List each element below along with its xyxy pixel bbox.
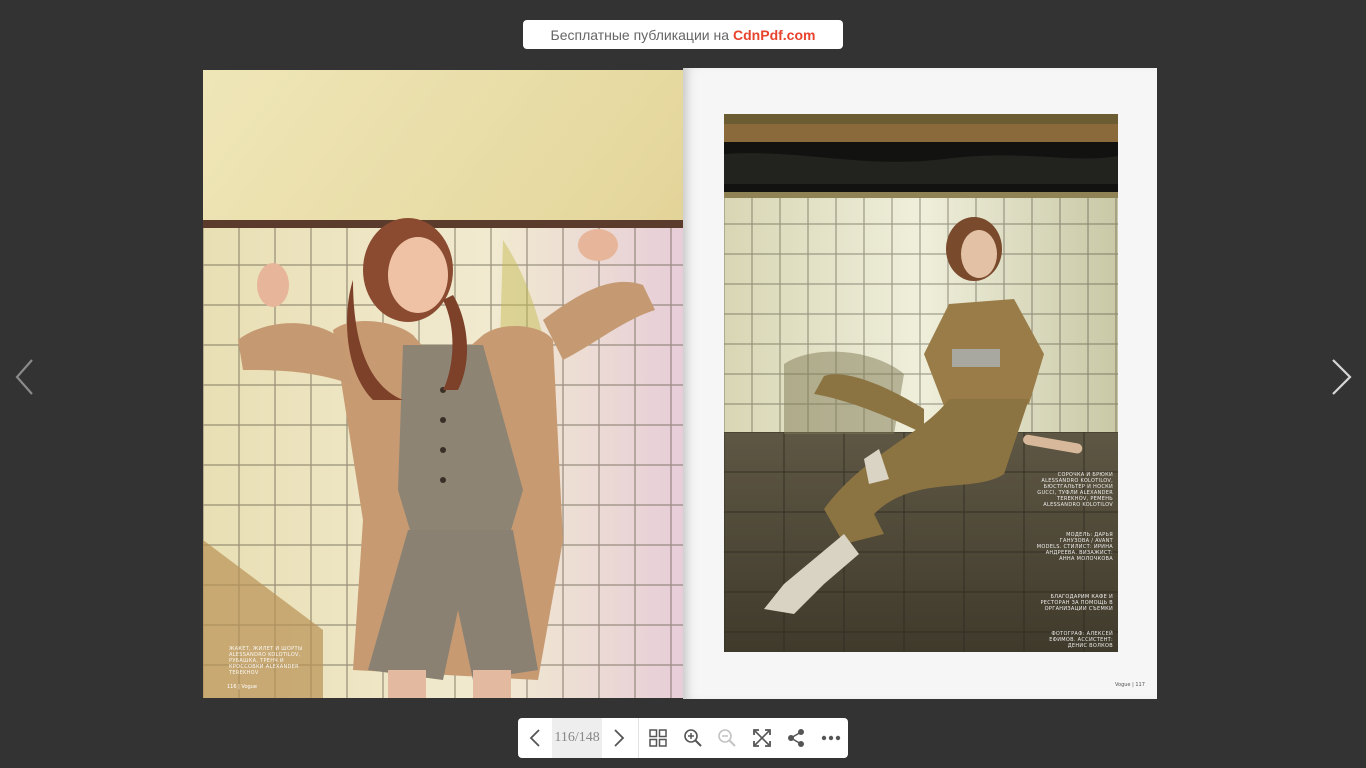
previous-page-arrow[interactable] <box>12 357 40 397</box>
banner-text: Бесплатные публикации на <box>550 26 730 43</box>
zoom-in-button[interactable] <box>676 718 710 758</box>
viewer-toolbar: 116/148 <box>518 718 848 758</box>
chevron-right-icon <box>614 729 625 747</box>
page-indicator[interactable]: 116/148 <box>552 718 602 758</box>
promo-banner[interactable]: Бесплатные публикации на CdnPdf.com <box>523 20 843 49</box>
right-page-caption-4: Фотограф: Алексей Ефимов. Ассистент: Ден… <box>1049 631 1113 649</box>
left-page-folio: 116 | Vogue <box>227 684 257 690</box>
right-page-photo-frame <box>724 114 1118 652</box>
thumbnails-button[interactable] <box>641 718 675 758</box>
zoom-out-icon <box>718 729 737 747</box>
share-icon <box>788 729 805 747</box>
chevron-left-icon <box>529 729 540 747</box>
zoom-in-icon <box>684 729 702 747</box>
left-page[interactable]: Жакет, жилет и шорты Alessandro Kolotilo… <box>203 70 683 698</box>
left-page-photo <box>203 70 683 698</box>
more-icon <box>821 735 840 741</box>
toolbar-divider <box>638 718 640 758</box>
right-page-caption-1: Сорочка и брюки Alessandro Kolotilov, бю… <box>1037 472 1113 508</box>
chevron-left-icon <box>15 359 33 395</box>
grid-icon <box>649 729 668 747</box>
share-button[interactable] <box>779 718 813 758</box>
right-page[interactable]: Сорочка и брюки Alessandro Kolotilov, бю… <box>683 68 1157 699</box>
fullscreen-icon <box>752 729 771 747</box>
brand-link[interactable]: CdnPdf.com <box>733 27 815 43</box>
right-page-caption-3: Благодарим кафе и ресторан за помощь в о… <box>1040 594 1113 612</box>
magazine-spread: Жакет, жилет и шорты Alessandro Kolotilo… <box>203 68 1157 699</box>
right-page-photo <box>724 114 1118 652</box>
toolbar-next-button[interactable] <box>602 718 636 758</box>
fullscreen-button[interactable] <box>745 718 779 758</box>
zoom-out-button[interactable] <box>710 718 744 758</box>
left-page-caption: Жакет, жилет и шорты Alessandro Kolotilo… <box>229 646 303 676</box>
right-page-caption-2: Модель: Дарья Ганузова / Avant Models. С… <box>1036 532 1113 562</box>
toolbar-prev-button[interactable] <box>518 718 552 758</box>
right-page-folio: Vogue | 117 <box>1115 682 1145 688</box>
next-page-arrow[interactable] <box>1328 357 1356 397</box>
chevron-right-icon <box>1332 359 1352 395</box>
more-options-button[interactable] <box>814 718 848 758</box>
